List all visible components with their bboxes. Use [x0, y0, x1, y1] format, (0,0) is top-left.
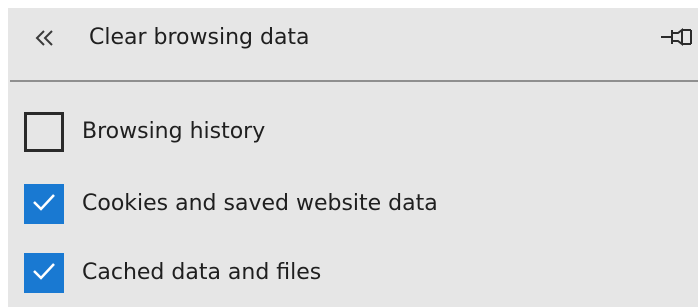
- cookies-checkbox[interactable]: [24, 184, 64, 224]
- panel-header: Clear browsing data: [8, 8, 698, 80]
- panel-title: Clear browsing data: [89, 25, 310, 50]
- back-button[interactable]: [28, 22, 64, 58]
- pin-icon: [660, 27, 694, 51]
- pin-button[interactable]: [658, 22, 696, 56]
- option-label: Cookies and saved website data: [82, 191, 438, 216]
- header-divider: [10, 80, 698, 82]
- browsing-history-checkbox[interactable]: [24, 112, 64, 152]
- option-cached-data[interactable]: Cached data and files: [24, 253, 321, 293]
- clear-browsing-data-panel: Clear browsing data Browsing history Coo…: [8, 8, 698, 307]
- option-browsing-history[interactable]: Browsing history: [24, 112, 265, 152]
- option-label: Cached data and files: [82, 260, 322, 285]
- cached-data-checkbox[interactable]: [24, 253, 64, 293]
- option-label: Browsing history: [82, 119, 266, 144]
- checkmark-icon: [31, 261, 57, 285]
- option-cookies[interactable]: Cookies and saved website data: [24, 184, 438, 224]
- double-chevron-left-icon: [35, 29, 57, 51]
- checkmark-icon: [31, 192, 57, 216]
